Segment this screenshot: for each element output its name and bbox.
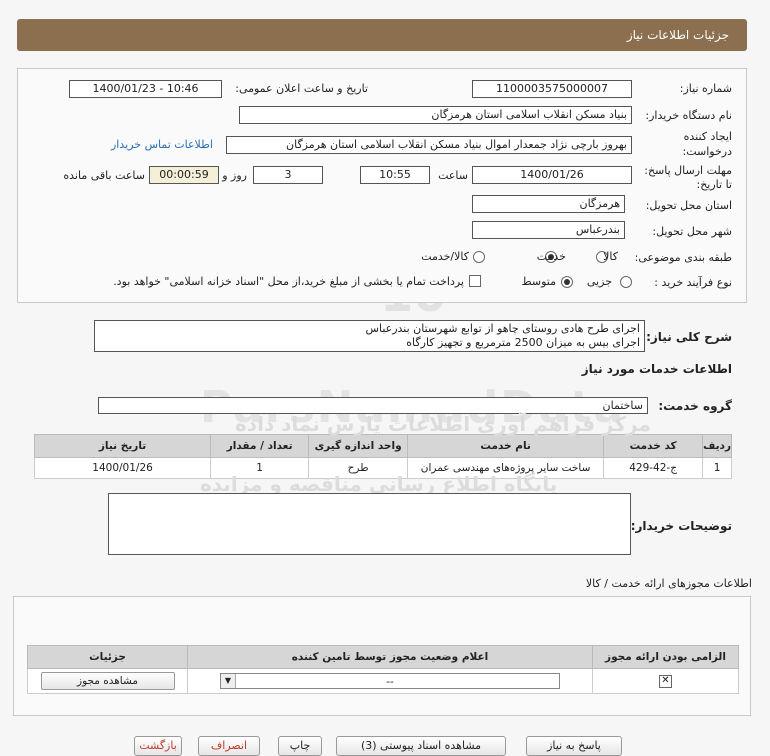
permits-table: الزامی بودن ارائه مجوز اعلام وضعیت مجوز … bbox=[27, 645, 739, 694]
watermark-line-2: مرکز فراهم آوری اطلاعات پارس نماد داده bbox=[235, 412, 651, 436]
need-number-label: شماره نیاز: bbox=[679, 82, 732, 95]
service-group-field: ساختمان bbox=[98, 397, 648, 414]
category-label: طبقه بندی موضوعی: bbox=[634, 251, 732, 264]
col-name: نام خدمت bbox=[407, 434, 605, 458]
description-label: شرح کلی نیاز: bbox=[646, 330, 732, 344]
category-option-both: کالا/خدمت bbox=[421, 250, 469, 263]
process-option-minor: جزیی bbox=[586, 275, 612, 288]
contact-buyer-link[interactable]: اطلاعات تماس خریدار bbox=[111, 138, 213, 151]
deadline-time-label: ساعت bbox=[438, 169, 468, 182]
treasury-payment-text: پرداخت تمام یا بخشی از مبلغ خرید،از محل … bbox=[113, 275, 464, 288]
process-radio-medium[interactable] bbox=[561, 276, 573, 288]
permit-required-cell: ✕ bbox=[592, 668, 739, 694]
city-label: شهر محل تحویل: bbox=[652, 225, 732, 238]
col-code: کد خدمت bbox=[603, 434, 704, 458]
chevron-down-icon: ▼ bbox=[221, 674, 236, 688]
permit-col-required: الزامی بودن ارائه مجوز bbox=[592, 645, 739, 669]
permit-status-cell: -- ▼ bbox=[187, 668, 593, 694]
need-number-field: 1100003575000007 bbox=[472, 80, 632, 98]
cell-date: 1400/01/26 bbox=[33, 457, 212, 479]
col-date: تاریخ نیاز bbox=[33, 434, 212, 458]
process-radio-minor[interactable] bbox=[620, 276, 632, 288]
cell-name: ساخت سایر پروژه‌های مهندسی عمران bbox=[407, 457, 605, 479]
permit-col-details: جزئیات bbox=[27, 645, 188, 669]
category-radio-both[interactable] bbox=[473, 251, 485, 263]
buyer-notes-field bbox=[108, 493, 631, 555]
permit-col-status: اعلام وضعیت مجوز توسط تامین کننده bbox=[187, 645, 593, 669]
creator-label-1: ایجاد کننده bbox=[683, 130, 732, 143]
city-field: بندرعباس bbox=[472, 221, 625, 239]
page-header: جزئیات اطلاعات نیاز bbox=[17, 19, 747, 51]
buyer-notes-label: توضیحات خریدار: bbox=[630, 519, 732, 533]
col-qty: تعداد / مقدار bbox=[210, 434, 310, 458]
deadline-label-2: تا تاریخ: bbox=[696, 178, 732, 191]
cell-unit: طرح bbox=[308, 457, 409, 479]
col-unit: واحد اندازه گیری bbox=[308, 434, 409, 458]
category-option-goods: کالا bbox=[603, 250, 618, 263]
cell-code: ج-42-429 bbox=[603, 457, 704, 479]
process-option-medium: متوسط bbox=[521, 275, 556, 288]
deadline-label-1: مهلت ارسال پاسخ: bbox=[644, 164, 732, 177]
deadline-date-field: 1400/01/26 bbox=[472, 166, 632, 184]
permit-required-checkbox: ✕ bbox=[659, 674, 672, 688]
creator-field: بهروز بارچی نژاد جمعدار اموال بنیاد مسکن… bbox=[226, 136, 632, 154]
cell-row: 1 bbox=[702, 457, 732, 479]
page-title: جزئیات اطلاعات نیاز bbox=[626, 28, 729, 42]
service-group-label: گروه خدمت: bbox=[658, 399, 732, 413]
permits-section-title: اطلاعات مجوزهای ارائه خدمت / کالا bbox=[585, 577, 752, 590]
print-button[interactable]: چاپ bbox=[278, 736, 322, 756]
services-table: ردیف کد خدمت نام خدمت واحد اندازه گیری ت… bbox=[33, 434, 732, 479]
buyer-org-field: بنیاد مسکن انقلاب اسلامی استان هرمزگان bbox=[239, 106, 632, 124]
remaining-label: ساعت باقی مانده bbox=[63, 169, 145, 182]
cancel-button[interactable]: انصراف bbox=[198, 736, 260, 756]
cell-qty: 1 bbox=[210, 457, 310, 479]
category-option-service: خدمت bbox=[536, 250, 566, 263]
col-row: ردیف bbox=[702, 434, 732, 458]
remaining-time-field: 00:00:59 bbox=[149, 166, 219, 184]
announce-field: 1400/01/23 - 10:46 bbox=[69, 80, 222, 98]
table-row: 1 ج-42-429 ساخت سایر پروژه‌های مهندسی عم… bbox=[33, 457, 732, 479]
permit-status-value: -- bbox=[386, 676, 394, 688]
permits-table-header: الزامی بودن ارائه مجوز اعلام وضعیت مجوز … bbox=[27, 645, 739, 669]
services-section-title: اطلاعات خدمات مورد نیاز bbox=[581, 362, 732, 376]
back-button[interactable]: بازگشت bbox=[134, 736, 182, 756]
description-line-1: اجرای طرح هادی روستای چاهو از توابع شهرس… bbox=[365, 322, 640, 335]
creator-label-2: درخواست: bbox=[682, 145, 732, 158]
buyer-org-label: نام دستگاه خریدار: bbox=[645, 109, 732, 122]
permit-details-cell: مشاهده مجوز bbox=[27, 668, 188, 694]
need-details-box bbox=[17, 68, 747, 303]
treasury-payment-checkbox[interactable] bbox=[469, 275, 481, 287]
announce-label: تاریخ و ساعت اعلان عمومی: bbox=[235, 82, 368, 95]
view-permit-button[interactable]: مشاهده مجوز bbox=[40, 672, 175, 690]
services-table-header: ردیف کد خدمت نام خدمت واحد اندازه گیری ت… bbox=[33, 434, 732, 458]
permit-row: ✕ -- ▼ مشاهده مجوز bbox=[27, 668, 739, 694]
description-field: اجرای طرح هادی روستای چاهو از توابع شهرس… bbox=[94, 320, 645, 352]
permit-status-select[interactable]: -- ▼ bbox=[220, 673, 560, 689]
days-field: 3 bbox=[253, 166, 323, 184]
days-label: روز و bbox=[222, 169, 247, 182]
respond-button[interactable]: پاسخ به نیاز bbox=[526, 736, 622, 756]
province-label: استان محل تحویل: bbox=[645, 199, 732, 212]
view-attachments-button[interactable]: مشاهده اسناد پیوستی (3) bbox=[336, 736, 506, 756]
process-label: نوع فرآیند خرید : bbox=[654, 276, 732, 289]
deadline-time-field: 10:55 bbox=[360, 166, 430, 184]
description-line-2: اجرای بیس به میزان 2500 مترمربع و تجهیز … bbox=[406, 336, 640, 349]
province-field: هرمزگان bbox=[472, 195, 625, 213]
